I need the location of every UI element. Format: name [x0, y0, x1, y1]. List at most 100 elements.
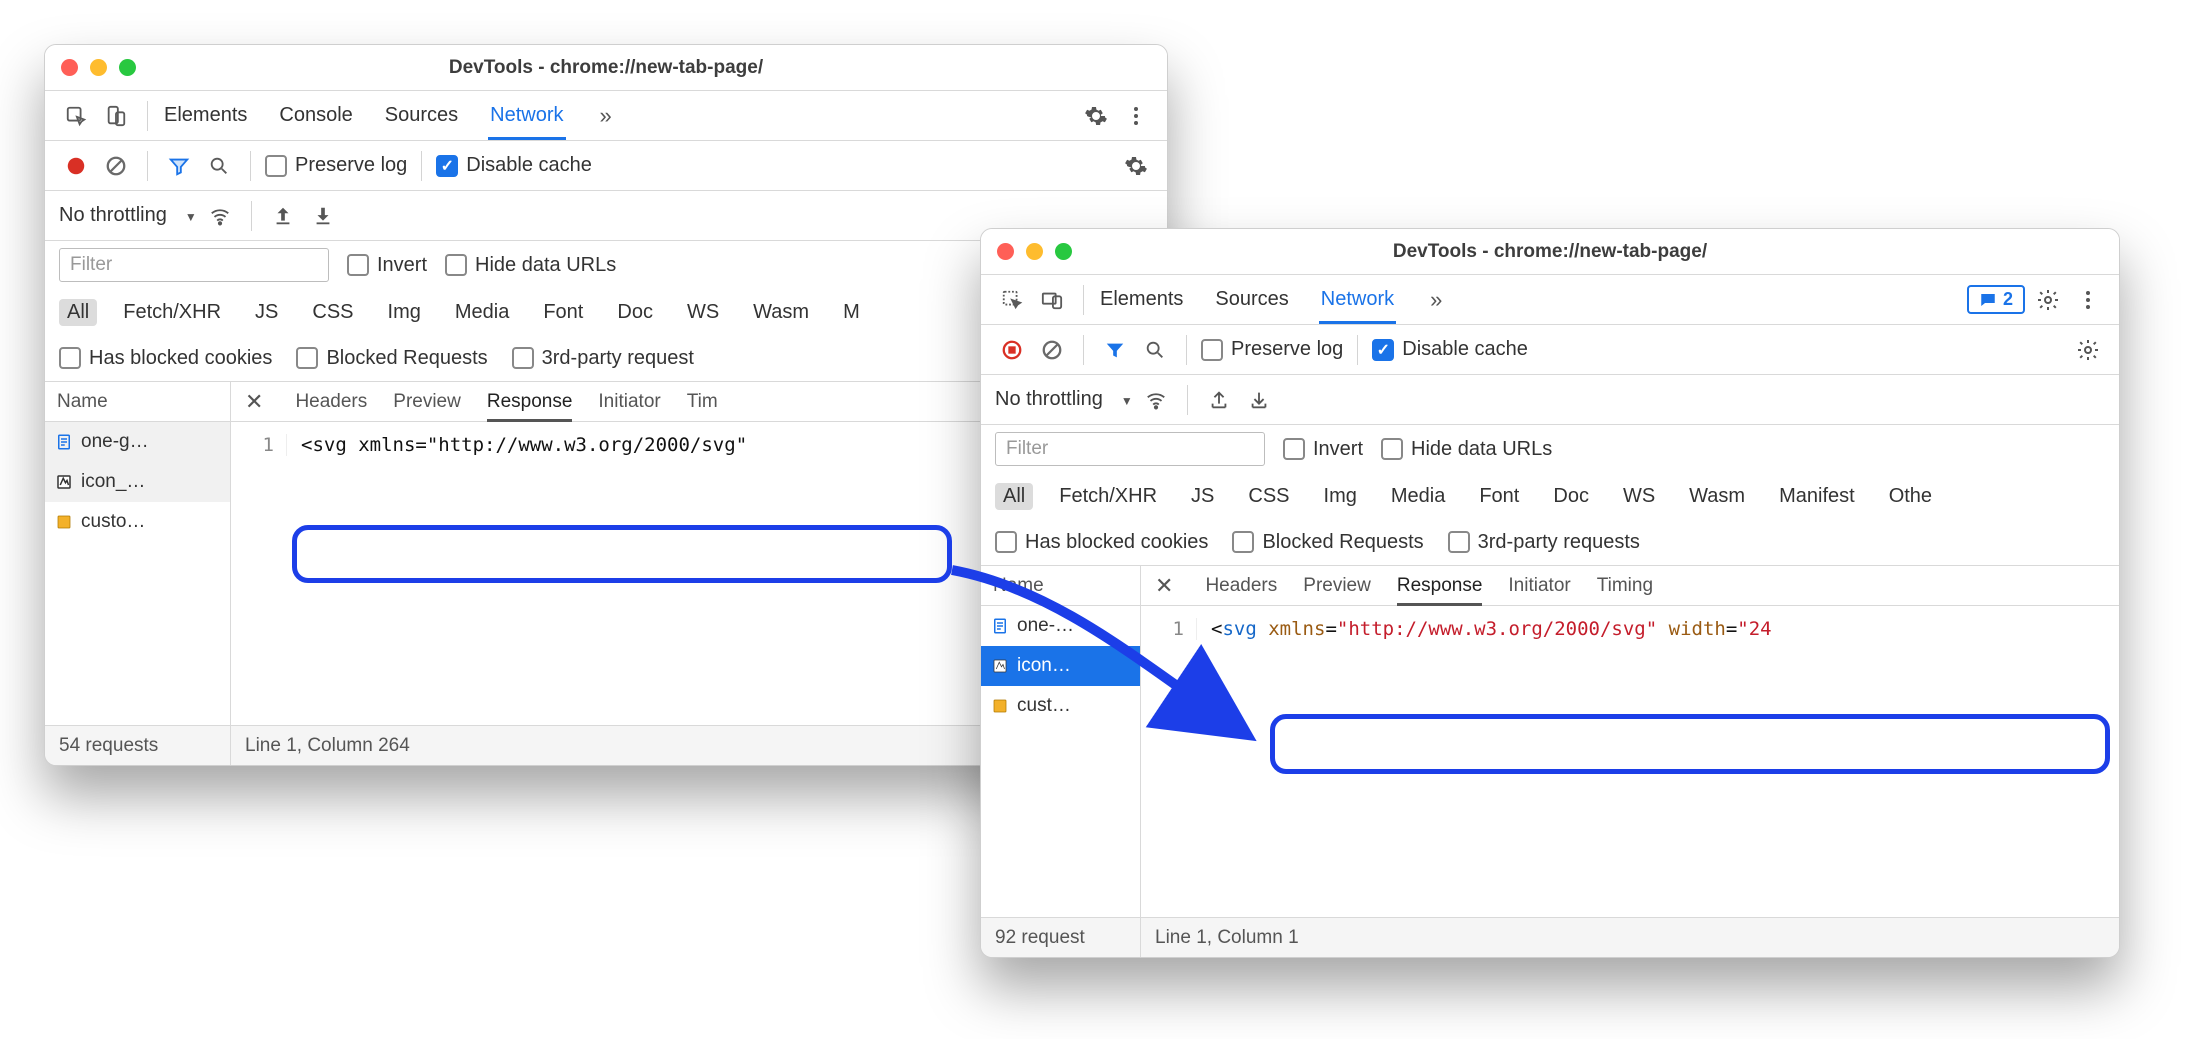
blocked-cookies-option[interactable]: Has blocked cookies	[995, 531, 1208, 554]
settings-icon[interactable]	[2031, 283, 2065, 317]
inspect-icon[interactable]	[995, 283, 1029, 317]
download-har-icon[interactable]	[1242, 383, 1276, 417]
record-icon[interactable]	[59, 149, 93, 183]
type-ws[interactable]: WS	[679, 299, 727, 326]
disable-cache-option[interactable]: Disable cache	[1372, 338, 1528, 361]
dtab-timing[interactable]: Timing	[1597, 566, 1653, 606]
dtab-preview[interactable]: Preview	[393, 382, 461, 422]
device-icon[interactable]	[1035, 283, 1069, 317]
type-wasm[interactable]: Wasm	[745, 299, 817, 326]
kebab-icon[interactable]	[1119, 99, 1153, 133]
type-media[interactable]: Media	[1383, 483, 1453, 510]
preserve-log-checkbox[interactable]	[265, 155, 287, 177]
throttling-select[interactable]: No throttling	[995, 388, 1133, 411]
hide-data-urls-option[interactable]: Hide data URLs	[1381, 438, 1552, 461]
blocked-requests-option[interactable]: Blocked Requests	[1232, 531, 1423, 554]
dtab-response[interactable]: Response	[1397, 566, 1483, 606]
list-item[interactable]: cust…	[981, 686, 1140, 726]
wifi-icon[interactable]	[1139, 383, 1173, 417]
type-img[interactable]: Img	[1316, 483, 1365, 510]
type-media[interactable]: Media	[447, 299, 517, 326]
search-icon[interactable]	[1138, 333, 1172, 367]
close-dot[interactable]	[61, 59, 78, 76]
upload-har-icon[interactable]	[266, 199, 300, 233]
blocked-requests-option[interactable]: Blocked Requests	[296, 347, 487, 370]
dtab-initiator[interactable]: Initiator	[598, 382, 660, 422]
filter-icon[interactable]	[162, 149, 196, 183]
tab-console[interactable]: Console	[277, 92, 354, 140]
disable-cache-checkbox[interactable]	[1372, 339, 1394, 361]
dtab-initiator[interactable]: Initiator	[1508, 566, 1570, 606]
messages-badge[interactable]: 2	[1967, 285, 2025, 314]
type-doc[interactable]: Doc	[1545, 483, 1597, 510]
hide-data-urls-checkbox[interactable]	[1381, 438, 1403, 460]
tab-sources[interactable]: Sources	[1213, 276, 1290, 324]
preserve-log-option[interactable]: Preserve log	[1201, 338, 1343, 361]
dtab-headers[interactable]: Headers	[1205, 566, 1277, 606]
third-party-checkbox[interactable]	[1448, 531, 1470, 553]
invert-option[interactable]: Invert	[1283, 438, 1363, 461]
third-party-option[interactable]: 3rd-party requests	[1448, 531, 1640, 554]
type-other[interactable]: Othe	[1881, 483, 1940, 510]
disable-cache-option[interactable]: Disable cache	[436, 154, 592, 177]
zoom-dot[interactable]	[1055, 243, 1072, 260]
dtab-headers[interactable]: Headers	[295, 382, 367, 422]
network-settings-icon[interactable]	[1119, 149, 1153, 183]
type-img[interactable]: Img	[380, 299, 429, 326]
tab-sources[interactable]: Sources	[383, 92, 460, 140]
type-font[interactable]: Font	[535, 299, 591, 326]
preserve-log-option[interactable]: Preserve log	[265, 154, 407, 177]
name-column-header[interactable]: Name	[45, 382, 231, 421]
type-css[interactable]: CSS	[1240, 483, 1297, 510]
blocked-requests-checkbox[interactable]	[296, 347, 318, 369]
inspect-icon[interactable]	[59, 99, 93, 133]
filter-icon[interactable]	[1098, 333, 1132, 367]
download-har-icon[interactable]	[306, 199, 340, 233]
zoom-dot[interactable]	[119, 59, 136, 76]
third-party-checkbox[interactable]	[512, 347, 534, 369]
close-details-icon[interactable]: ✕	[245, 389, 269, 415]
list-item[interactable]: custo…	[45, 502, 230, 542]
type-fetchxhr[interactable]: Fetch/XHR	[115, 299, 229, 326]
close-details-icon[interactable]: ✕	[1155, 573, 1179, 599]
type-js[interactable]: JS	[1183, 483, 1222, 510]
type-all[interactable]: All	[995, 483, 1033, 510]
network-settings-icon[interactable]	[2071, 333, 2105, 367]
type-font[interactable]: Font	[1471, 483, 1527, 510]
list-item[interactable]: one-…	[981, 606, 1140, 646]
more-tabs-icon[interactable]: »	[594, 103, 618, 129]
more-tabs-icon[interactable]: »	[1424, 287, 1448, 313]
disable-cache-checkbox[interactable]	[436, 155, 458, 177]
search-icon[interactable]	[202, 149, 236, 183]
tab-elements[interactable]: Elements	[1098, 276, 1185, 324]
device-icon[interactable]	[99, 99, 133, 133]
response-code[interactable]: <svg xmlns="http://www.w3.org/2000/svg" …	[1197, 618, 1772, 640]
dtab-timing[interactable]: Tim	[687, 382, 718, 422]
tab-network[interactable]: Network	[488, 92, 565, 140]
list-item[interactable]: one-g…	[45, 422, 230, 462]
filter-input[interactable]: Filter	[59, 248, 329, 282]
invert-checkbox[interactable]	[1283, 438, 1305, 460]
settings-icon[interactable]	[1079, 99, 1113, 133]
record-icon[interactable]	[995, 333, 1029, 367]
dtab-preview[interactable]: Preview	[1303, 566, 1371, 606]
kebab-icon[interactable]	[2071, 283, 2105, 317]
type-js[interactable]: JS	[247, 299, 286, 326]
blocked-cookies-checkbox[interactable]	[59, 347, 81, 369]
third-party-option[interactable]: 3rd-party request	[512, 347, 694, 370]
filter-input[interactable]: Filter	[995, 432, 1265, 466]
blocked-cookies-checkbox[interactable]	[995, 531, 1017, 553]
type-more[interactable]: M	[835, 299, 868, 326]
tab-network[interactable]: Network	[1319, 276, 1396, 324]
blocked-cookies-option[interactable]: Has blocked cookies	[59, 347, 272, 370]
type-ws[interactable]: WS	[1615, 483, 1663, 510]
type-manifest[interactable]: Manifest	[1771, 483, 1863, 510]
type-wasm[interactable]: Wasm	[1681, 483, 1753, 510]
tab-elements[interactable]: Elements	[162, 92, 249, 140]
response-code[interactable]: <svg xmlns="http://www.w3.org/2000/svg"	[287, 434, 747, 456]
wifi-icon[interactable]	[203, 199, 237, 233]
type-fetchxhr[interactable]: Fetch/XHR	[1051, 483, 1165, 510]
minimize-dot[interactable]	[1026, 243, 1043, 260]
dtab-response[interactable]: Response	[487, 382, 573, 422]
type-all[interactable]: All	[59, 299, 97, 326]
